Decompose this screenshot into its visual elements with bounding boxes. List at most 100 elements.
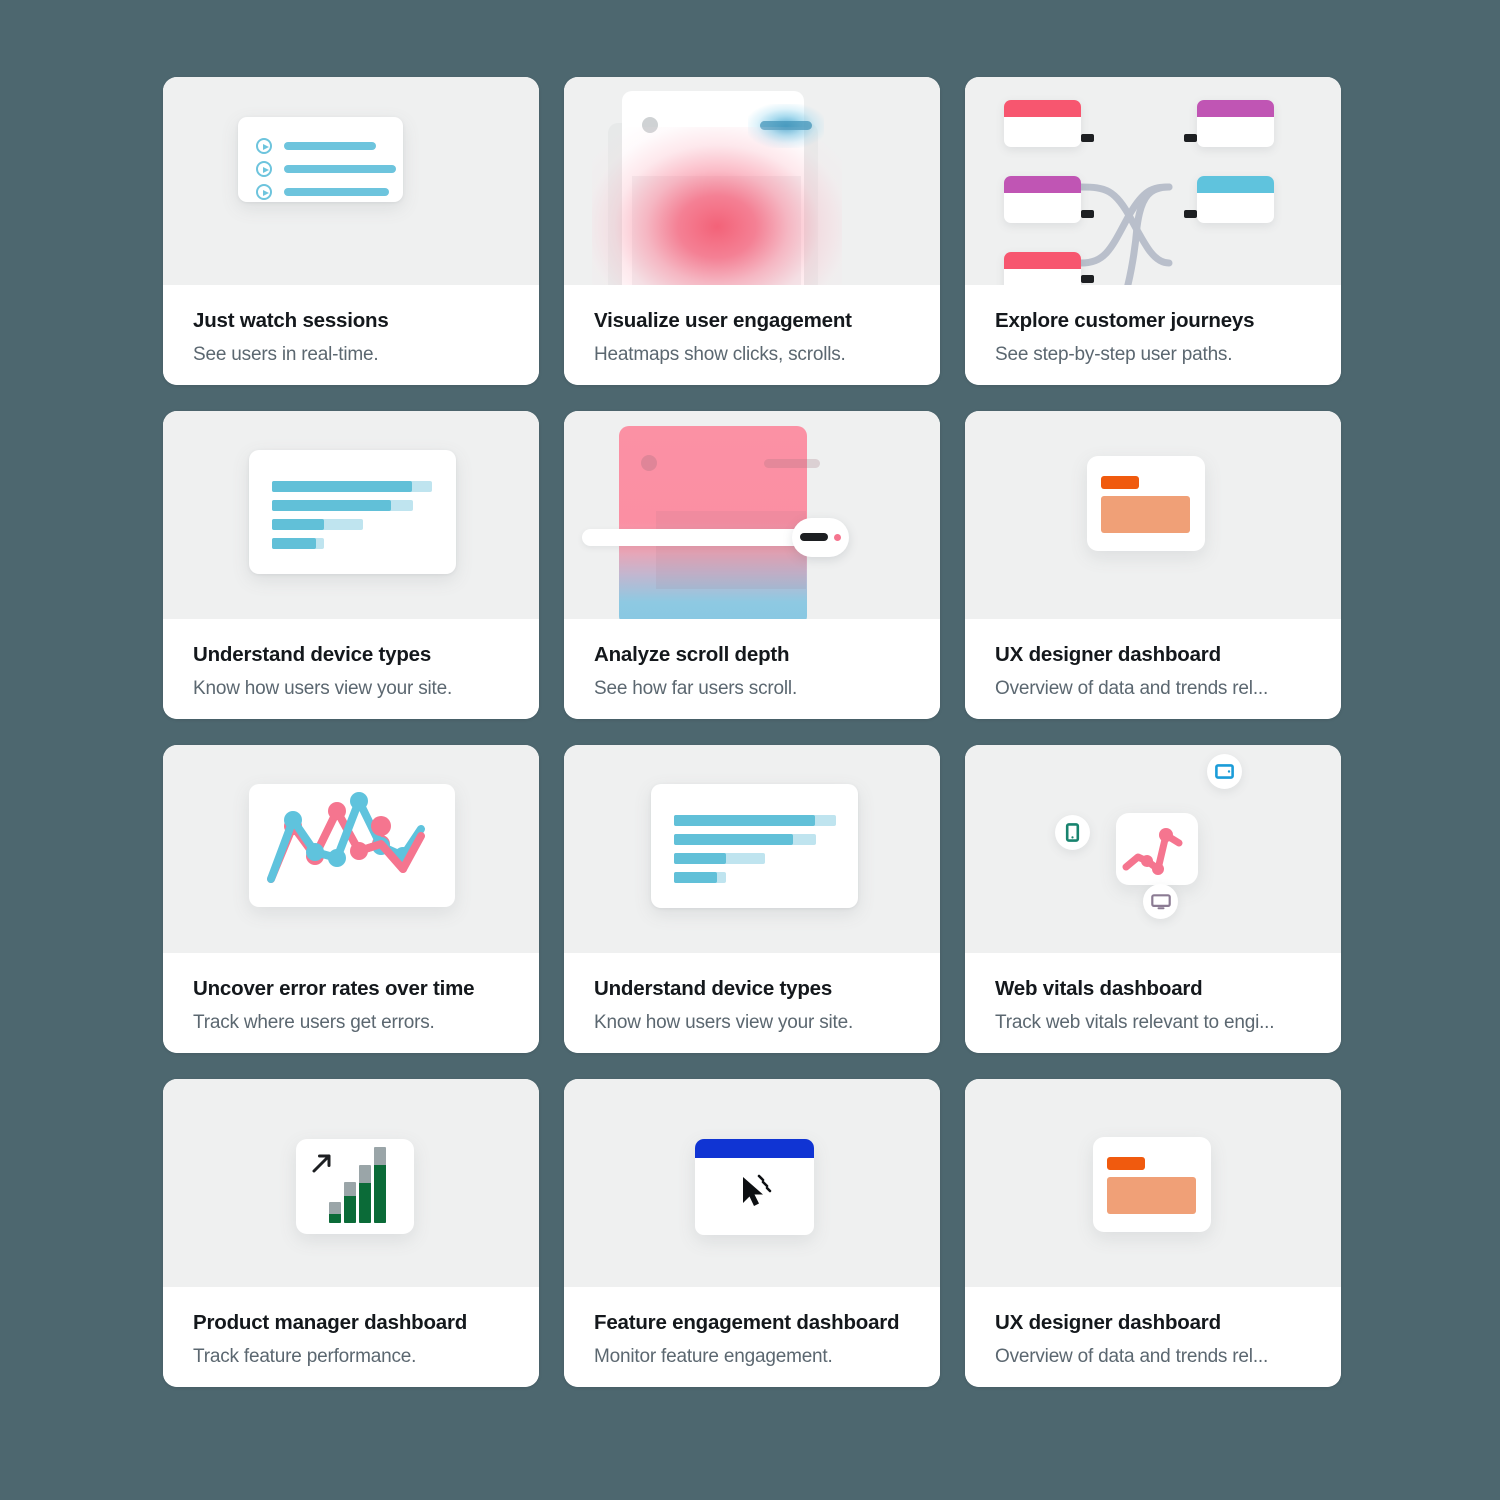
card-subtitle: Overview of data and trends rel... <box>995 678 1269 699</box>
heatmap-hot-blob <box>592 127 842 285</box>
session-row <box>256 184 389 200</box>
cursor-click-icon <box>743 1174 772 1206</box>
growth-bar-actual <box>344 1196 356 1223</box>
web-vitals-art <box>965 745 1341 953</box>
card-title: Understand device types <box>193 643 432 666</box>
session-list-panel <box>238 117 403 202</box>
tablet-badge <box>1207 754 1242 789</box>
scroll-depth-marker <box>582 529 826 546</box>
journey-port-icon <box>1081 275 1094 283</box>
card-subtitle: Know how users view your site. <box>193 678 453 699</box>
card-title: UX designer dashboard <box>995 643 1221 666</box>
card-feature-engagement-dashboard[interactable]: Feature engagement dashboard Monitor fea… <box>564 1079 940 1387</box>
session-row <box>256 161 396 177</box>
journey-port-icon <box>1081 210 1094 218</box>
feature-window <box>695 1139 814 1235</box>
bar-chart-panel <box>651 784 858 908</box>
journey-art <box>965 77 1341 285</box>
bar-row <box>674 834 816 845</box>
scroll-knob-dot-icon <box>834 534 841 541</box>
journey-port-icon <box>1184 134 1197 142</box>
card-title: Just watch sessions <box>193 309 389 332</box>
growth-bar-actual <box>329 1214 341 1223</box>
ux-content-block <box>1107 1177 1196 1214</box>
growth-bar-actual <box>359 1183 371 1223</box>
session-bar <box>284 165 396 173</box>
scroll-depth-art <box>564 411 940 619</box>
journey-node <box>1004 176 1081 223</box>
card-understand-device-types-2[interactable]: Understand device types Know how users v… <box>564 745 940 1053</box>
card-text: Product manager dashboard Track feature … <box>163 1287 539 1387</box>
ux-accent-bar <box>1107 1157 1145 1170</box>
page-logo-dot-icon <box>641 455 657 471</box>
card-text: Understand device types Know how users v… <box>163 619 539 719</box>
session-row <box>256 138 376 154</box>
growth-bar <box>374 1147 386 1223</box>
growth-bar <box>329 1202 341 1223</box>
bar-row <box>272 481 432 492</box>
card-text: UX designer dashboard Overview of data a… <box>965 1287 1341 1387</box>
card-subtitle: See step-by-step user paths. <box>995 344 1233 365</box>
card-title: Product manager dashboard <box>193 1311 468 1334</box>
card-text: Analyze scroll depth See how far users s… <box>564 619 940 719</box>
monitor-badge <box>1143 884 1178 919</box>
journey-port-icon <box>1081 134 1094 142</box>
card-understand-device-types-1[interactable]: Understand device types Know how users v… <box>163 411 539 719</box>
play-icon <box>256 138 272 154</box>
card-title: Understand device types <box>594 977 833 1000</box>
bar-fill <box>272 519 324 530</box>
heatmap-art <box>564 77 940 285</box>
line-chart-art <box>163 745 539 953</box>
journey-node-header <box>1004 252 1081 269</box>
card-title: Feature engagement dashboard <box>594 1311 900 1334</box>
bar-row <box>272 519 363 530</box>
card-analyze-scroll-depth[interactable]: Analyze scroll depth See how far users s… <box>564 411 940 719</box>
card-text: Explore customer journeys See step-by-st… <box>965 285 1341 385</box>
card-uncover-error-rates[interactable]: Uncover error rates over time Track wher… <box>163 745 539 1053</box>
monitor-icon <box>1150 893 1171 909</box>
ux-dashboard-art <box>965 411 1341 619</box>
card-text: Uncover error rates over time Track wher… <box>163 953 539 1053</box>
ux-content-block <box>1101 496 1190 533</box>
journey-node <box>1197 176 1274 223</box>
card-text: Feature engagement dashboard Monitor fea… <box>564 1287 940 1387</box>
ux-dashboard-art <box>965 1079 1341 1287</box>
play-icon <box>256 161 272 177</box>
journey-node <box>1004 252 1081 285</box>
growth-tile <box>296 1139 414 1234</box>
session-bar <box>284 142 376 150</box>
growth-bar <box>344 1182 356 1223</box>
window-titlebar <box>695 1139 814 1158</box>
card-product-manager-dashboard[interactable]: Product manager dashboard Track feature … <box>163 1079 539 1387</box>
card-visualize-user-engagement[interactable]: Visualize user engagement Heatmaps show … <box>564 77 940 385</box>
tablet-icon <box>1215 764 1234 779</box>
card-ux-designer-dashboard-1[interactable]: UX designer dashboard Overview of data a… <box>965 411 1341 719</box>
card-ux-designer-dashboard-2[interactable]: UX designer dashboard Overview of data a… <box>965 1079 1341 1387</box>
card-text: Visualize user engagement Heatmaps show … <box>564 285 940 385</box>
phone-badge <box>1055 815 1090 850</box>
bar-fill <box>674 853 726 864</box>
card-text: Just watch sessions See users in real-ti… <box>163 285 539 385</box>
play-icon <box>256 184 272 200</box>
card-title: UX designer dashboard <box>995 1311 1221 1334</box>
card-subtitle: Track feature performance. <box>193 1346 417 1367</box>
journey-node <box>1197 100 1274 147</box>
card-subtitle: See how far users scroll. <box>594 678 798 699</box>
card-subtitle: See users in real-time. <box>193 344 379 365</box>
card-text: Web vitals dashboard Track web vitals re… <box>965 953 1341 1053</box>
card-title: Visualize user engagement <box>594 309 852 332</box>
bar-row <box>674 872 726 883</box>
bar-fill <box>674 834 793 845</box>
card-subtitle: Overview of data and trends rel... <box>995 1346 1269 1367</box>
bar-fill <box>272 500 391 511</box>
card-just-watch-sessions[interactable]: Just watch sessions See users in real-ti… <box>163 77 539 385</box>
growth-bars-art <box>163 1079 539 1287</box>
card-web-vitals-dashboard[interactable]: Web vitals dashboard Track web vitals re… <box>965 745 1341 1053</box>
bar-chart-art <box>163 411 539 619</box>
session-list-art <box>163 77 539 285</box>
journey-node-header <box>1004 176 1081 193</box>
journey-port-icon <box>1184 210 1197 218</box>
card-text: Understand device types Know how users v… <box>564 953 940 1053</box>
card-explore-customer-journeys[interactable]: Explore customer journeys See step-by-st… <box>965 77 1341 385</box>
web-vitals-trend-line <box>1122 828 1183 875</box>
